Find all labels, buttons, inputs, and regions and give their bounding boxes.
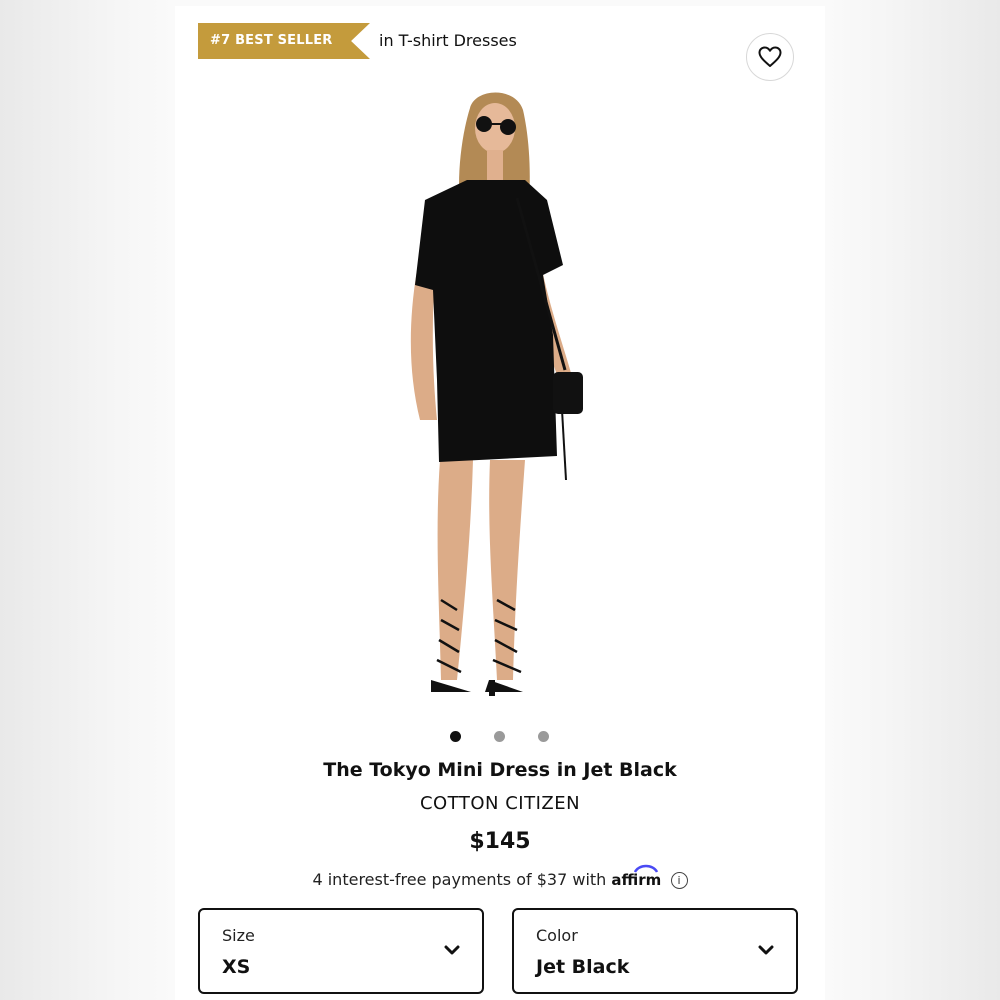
product-image[interactable] [375,80,625,720]
color-select[interactable]: Color Jet Black [512,908,798,994]
color-select-value: Jet Black [536,956,630,978]
chevron-down-icon [758,945,774,955]
wishlist-button[interactable] [746,33,794,81]
heart-icon [758,46,782,67]
carousel-dot[interactable] [494,731,505,742]
chevron-down-icon [444,945,460,955]
affirm-logo: affirm [611,864,666,889]
info-icon[interactable]: i [670,872,688,889]
best-seller-category: in T-shirt Dresses [379,31,517,50]
installments-text: 4 interest-free payments of $37 with [312,870,607,889]
size-select-value: XS [222,956,251,978]
dress [415,180,563,462]
product-price: $145 [469,829,531,854]
carousel-dot[interactable] [450,731,461,742]
crossbody-bag [553,372,583,414]
color-select-label: Color [536,926,578,945]
best-seller-badge: #7 BEST SELLER [198,23,370,59]
affirm-arc-icon [634,864,659,873]
carousel-dots [175,731,825,743]
size-select[interactable]: Size XS [198,908,484,994]
model-leg-left [437,460,473,680]
carousel-dot[interactable] [538,731,549,742]
size-select-label: Size [222,926,255,945]
product-title: The Tokyo Mini Dress in Jet Black [323,759,677,781]
product-card: #7 BEST SELLER in T-shirt Dresses The To… [175,6,825,1000]
product-brand[interactable]: COTTON CITIZEN [175,793,825,814]
model-arm-left [410,270,437,420]
installments-line: 4 interest-free payments of $37 with aff… [175,864,825,889]
affirm-logo-text: affirm [611,871,662,889]
